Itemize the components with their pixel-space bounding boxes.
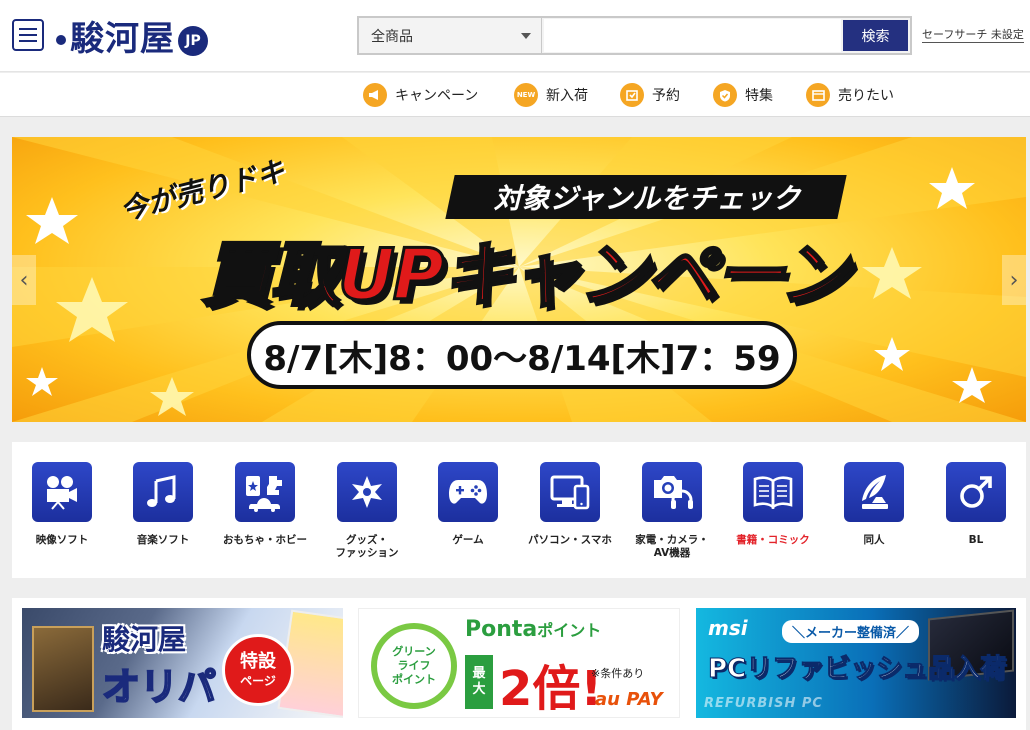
category-books[interactable]: 書籍・コミック: [723, 462, 823, 547]
gamepad-icon: [438, 462, 498, 522]
nav-item-label: キャンペーン: [395, 88, 479, 104]
book-icon: [743, 462, 803, 522]
category-electronics[interactable]: 家電・カメラ・ AV機器: [622, 462, 722, 560]
search-button[interactable]: 検索: [843, 20, 908, 51]
promo-ponta-multiplier: 2倍!: [499, 661, 603, 717]
au-pay-logo: au PAY: [595, 689, 663, 710]
male-symbol-icon: [946, 462, 1006, 522]
nav-item-sell[interactable]: 売りたい: [806, 82, 894, 108]
max-line2: 大: [472, 682, 486, 697]
trading-card-image: [32, 626, 94, 712]
search-bar: 全商品 検索: [357, 16, 912, 55]
nav-item-campaign[interactable]: キャンペーン: [363, 82, 478, 108]
ring-line: グリーン: [392, 645, 436, 658]
camera-headphone-icon: [642, 462, 702, 522]
shield-check-icon: [713, 83, 737, 107]
promo-oripa-badge-line2: ページ: [240, 674, 276, 688]
green-life-point-logo: グリーン ライフ ポイント: [371, 623, 457, 709]
category-grid: 映像ソフト 音楽ソフト おもちゃ・ホビー グッズ・ ファッション ゲーム パソコ…: [12, 442, 1026, 578]
carousel-prev-button[interactable]: ‹: [12, 255, 36, 305]
msi-logo: msi: [708, 616, 748, 640]
logo-jp-badge: JP: [178, 26, 208, 56]
nav-item-features[interactable]: 特集: [713, 82, 773, 108]
megaphone-icon: [363, 83, 387, 107]
hero-date: 8/7[木]8：00〜8/14[木]7：59: [247, 321, 797, 389]
promo-ponta-banner[interactable]: グリーン ライフ ポイント Pontaポイント 最 大 2倍! ※条件あり au…: [358, 608, 680, 718]
search-category-value: 全商品: [371, 28, 413, 45]
main-nav: キャンペーン NEW 新入荷 予約 特集 売りたい: [0, 73, 1030, 117]
hamburger-menu-button[interactable]: [12, 19, 44, 51]
site-logo[interactable]: 駿河屋 JP: [56, 10, 208, 60]
star-badge-icon: [337, 462, 397, 522]
category-pc-smartphone[interactable]: パソコン・スマホ: [520, 462, 620, 547]
safesearch-link[interactable]: セーフサーチ 未設定: [922, 28, 1024, 43]
ponta-word: Ponta: [465, 617, 538, 642]
reserve-icon: [620, 83, 644, 107]
promo-ponta-title: Pontaポイント: [465, 617, 601, 642]
music-note-icon: [133, 462, 193, 522]
calendar-box-icon: [806, 83, 830, 107]
promo-oripa-badge-line1: 特設: [240, 651, 276, 672]
nav-item-label: 特集: [745, 88, 773, 104]
category-label: 書籍・コミック: [736, 534, 810, 546]
category-label: 音楽ソフト: [136, 534, 190, 546]
promo-msi-title: PCリファビッシュ品入荷: [708, 654, 1007, 685]
hero-tag-text: 対象ジャンルをチェック: [493, 182, 801, 215]
menu-line: [19, 34, 37, 36]
menu-line: [19, 28, 37, 30]
new-badge-icon: NEW: [514, 83, 538, 107]
promo-msi-refurb-text: REFURBISH PC: [704, 696, 823, 711]
category-goods[interactable]: グッズ・ ファッション: [317, 462, 417, 560]
promo-oripa-title: オリパ: [101, 664, 217, 710]
nav-item-new-arrivals[interactable]: NEW 新入荷: [514, 82, 588, 108]
category-label: グッズ・ ファッション: [335, 534, 399, 559]
promo-banner-row: 駿河屋 オリパ 特設 ページ グリーン ライフ ポイント Pontaポイント 最…: [12, 598, 1026, 730]
carousel-next-button[interactable]: ›: [1002, 255, 1026, 305]
promo-ponta-max-badge: 最 大: [465, 655, 493, 709]
search-input[interactable]: [544, 19, 841, 52]
pc-phone-icon: [540, 462, 600, 522]
category-music[interactable]: 音楽ソフト: [113, 462, 213, 547]
toy-hobby-icon: [235, 462, 295, 522]
nav-item-reserve[interactable]: 予約: [620, 82, 680, 108]
category-label: 家電・カメラ・ AV機器: [635, 534, 709, 559]
promo-oripa-badge: 特設 ページ: [222, 634, 294, 706]
logo-text: 駿河屋: [70, 18, 175, 59]
max-line1: 最: [472, 666, 486, 681]
nav-item-label: 売りたい: [838, 88, 894, 104]
chevron-down-icon: [521, 32, 531, 39]
category-label: ゲーム: [452, 534, 484, 546]
category-toys[interactable]: おもちゃ・ホビー: [215, 462, 315, 547]
category-label: パソコン・スマホ: [528, 534, 612, 546]
menu-line: [19, 40, 37, 42]
ring-line: ライフ: [397, 659, 431, 672]
video-camera-icon: [32, 462, 92, 522]
category-bl[interactable]: BL: [926, 462, 1026, 547]
category-doujin[interactable]: 同人: [824, 462, 924, 547]
promo-ponta-note: ※条件あり: [591, 667, 645, 680]
hero-banner[interactable]: 今が売りドキ 対象ジャンルをチェック 買取UPキャンペーン 8/7[木]8：00…: [12, 137, 1026, 422]
category-label: おもちゃ・ホビー: [223, 534, 307, 546]
nav-item-label: 新入荷: [546, 88, 588, 104]
category-games[interactable]: ゲーム: [418, 462, 518, 547]
hero-main-title: 買取UPキャンペーン: [201, 233, 851, 318]
category-label: BL: [968, 534, 984, 546]
promo-oripa-logo: 駿河屋: [102, 623, 187, 656]
site-header: 駿河屋 JP 全商品 検索 セーフサーチ 未設定: [0, 0, 1030, 72]
category-video[interactable]: 映像ソフト: [12, 462, 112, 547]
category-label: 映像ソフト: [35, 534, 89, 546]
promo-msi-tag: ＼メーカー整備済／: [782, 620, 920, 643]
logo-dot: [56, 35, 66, 45]
ponta-suffix: ポイント: [537, 621, 602, 640]
category-label: 同人: [863, 534, 885, 546]
search-category-select[interactable]: 全商品: [359, 18, 542, 53]
quill-pen-icon: [844, 462, 904, 522]
nav-item-label: 予約: [652, 88, 680, 104]
promo-oripa-banner[interactable]: 駿河屋 オリパ 特設 ページ: [22, 608, 343, 718]
promo-msi-banner[interactable]: msi ＼メーカー整備済／ PCリファビッシュ品入荷 REFURBISH PC: [696, 608, 1016, 718]
ring-line: ポイント: [392, 673, 436, 686]
